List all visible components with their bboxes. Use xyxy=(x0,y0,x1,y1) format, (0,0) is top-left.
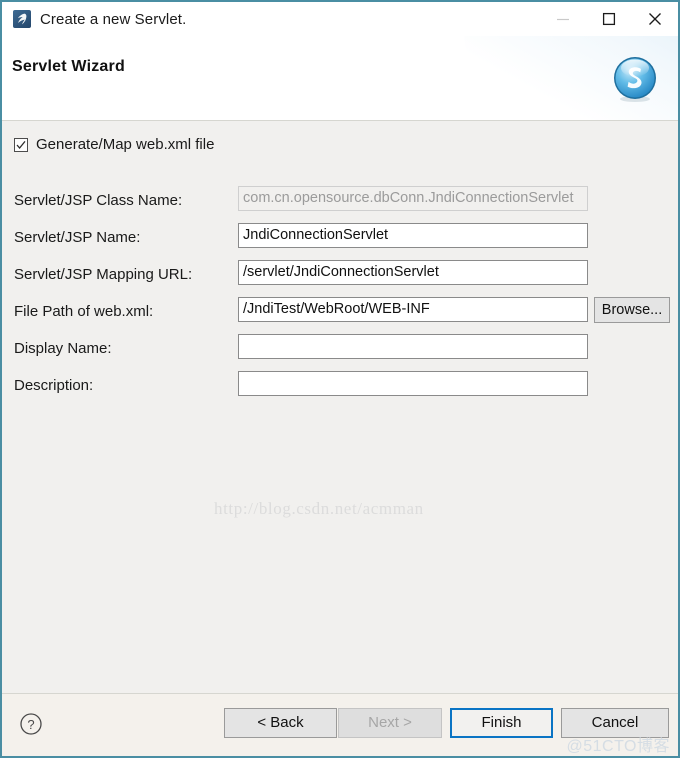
form-row-description: Description: xyxy=(2,371,678,408)
svg-text:?: ? xyxy=(27,717,34,732)
title-bar: Create a new Servlet. xyxy=(2,2,678,36)
label-display-name: Display Name: xyxy=(14,340,112,357)
description-input[interactable] xyxy=(238,371,588,396)
close-button[interactable] xyxy=(632,2,678,36)
blue-sphere-s-logo xyxy=(610,54,660,104)
maximize-button[interactable] xyxy=(586,2,632,36)
form-row-class-name: Servlet/JSP Class Name: com.cn.opensourc… xyxy=(2,186,678,223)
label-file-path: File Path of web.xml: xyxy=(14,303,154,320)
watermark-url: http://blog.csdn.net/acmman xyxy=(214,499,424,518)
form-row-servlet-name: Servlet/JSP Name: JndiConnectionServlet xyxy=(2,223,678,260)
wizard-content: Generate/Map web.xml file Servlet/JSP Cl… xyxy=(2,121,678,693)
help-icon[interactable]: ? xyxy=(19,712,43,736)
generate-webxml-label: Generate/Map web.xml file xyxy=(36,136,215,153)
form-row-file-path: File Path of web.xml: /JndiTest/WebRoot/… xyxy=(2,297,678,334)
generate-webxml-checkbox-row[interactable]: Generate/Map web.xml file xyxy=(14,136,214,153)
next-button: Next > xyxy=(338,708,442,738)
label-servlet-name: Servlet/JSP Name: xyxy=(14,229,141,246)
minimize-button[interactable] xyxy=(540,2,586,36)
form-row-display-name: Display Name: xyxy=(2,334,678,371)
label-mapping-url: Servlet/JSP Mapping URL: xyxy=(14,266,193,283)
checkmark-icon xyxy=(16,140,26,149)
window-title: Create a new Servlet. xyxy=(40,10,187,28)
label-class-name: Servlet/JSP Class Name: xyxy=(14,192,183,209)
browse-button[interactable]: Browse... xyxy=(594,297,670,323)
servlet-name-input[interactable]: JndiConnectionServlet xyxy=(238,223,588,248)
generate-webxml-checkbox[interactable] xyxy=(14,137,28,152)
cancel-button[interactable]: Cancel xyxy=(561,708,669,738)
display-name-input[interactable] xyxy=(238,334,588,359)
label-description: Description: xyxy=(14,377,94,394)
form-row-mapping-url: Servlet/JSP Mapping URL: /servlet/JndiCo… xyxy=(2,260,678,297)
mapping-url-input[interactable]: /servlet/JndiConnectionServlet xyxy=(238,260,588,285)
wizard-header: Servlet Wizard xyxy=(2,36,678,121)
file-path-input[interactable]: /JndiTest/WebRoot/WEB-INF xyxy=(238,297,588,322)
servlet-wizard-window: Create a new Servlet. Servlet Wizard Gen… xyxy=(0,0,680,758)
servlet-form: Servlet/JSP Class Name: com.cn.opensourc… xyxy=(2,186,678,408)
finish-button[interactable]: Finish xyxy=(450,708,553,738)
back-button[interactable]: < Back xyxy=(224,708,337,738)
wizard-footer: ? < Back Next > Finish Cancel @51CTO博客 xyxy=(2,693,678,756)
class-name-input: com.cn.opensource.dbConn.JndiConnectionS… xyxy=(238,186,588,211)
servlet-app-icon xyxy=(13,10,31,28)
window-controls xyxy=(540,2,678,36)
page-title: Servlet Wizard xyxy=(12,58,125,75)
